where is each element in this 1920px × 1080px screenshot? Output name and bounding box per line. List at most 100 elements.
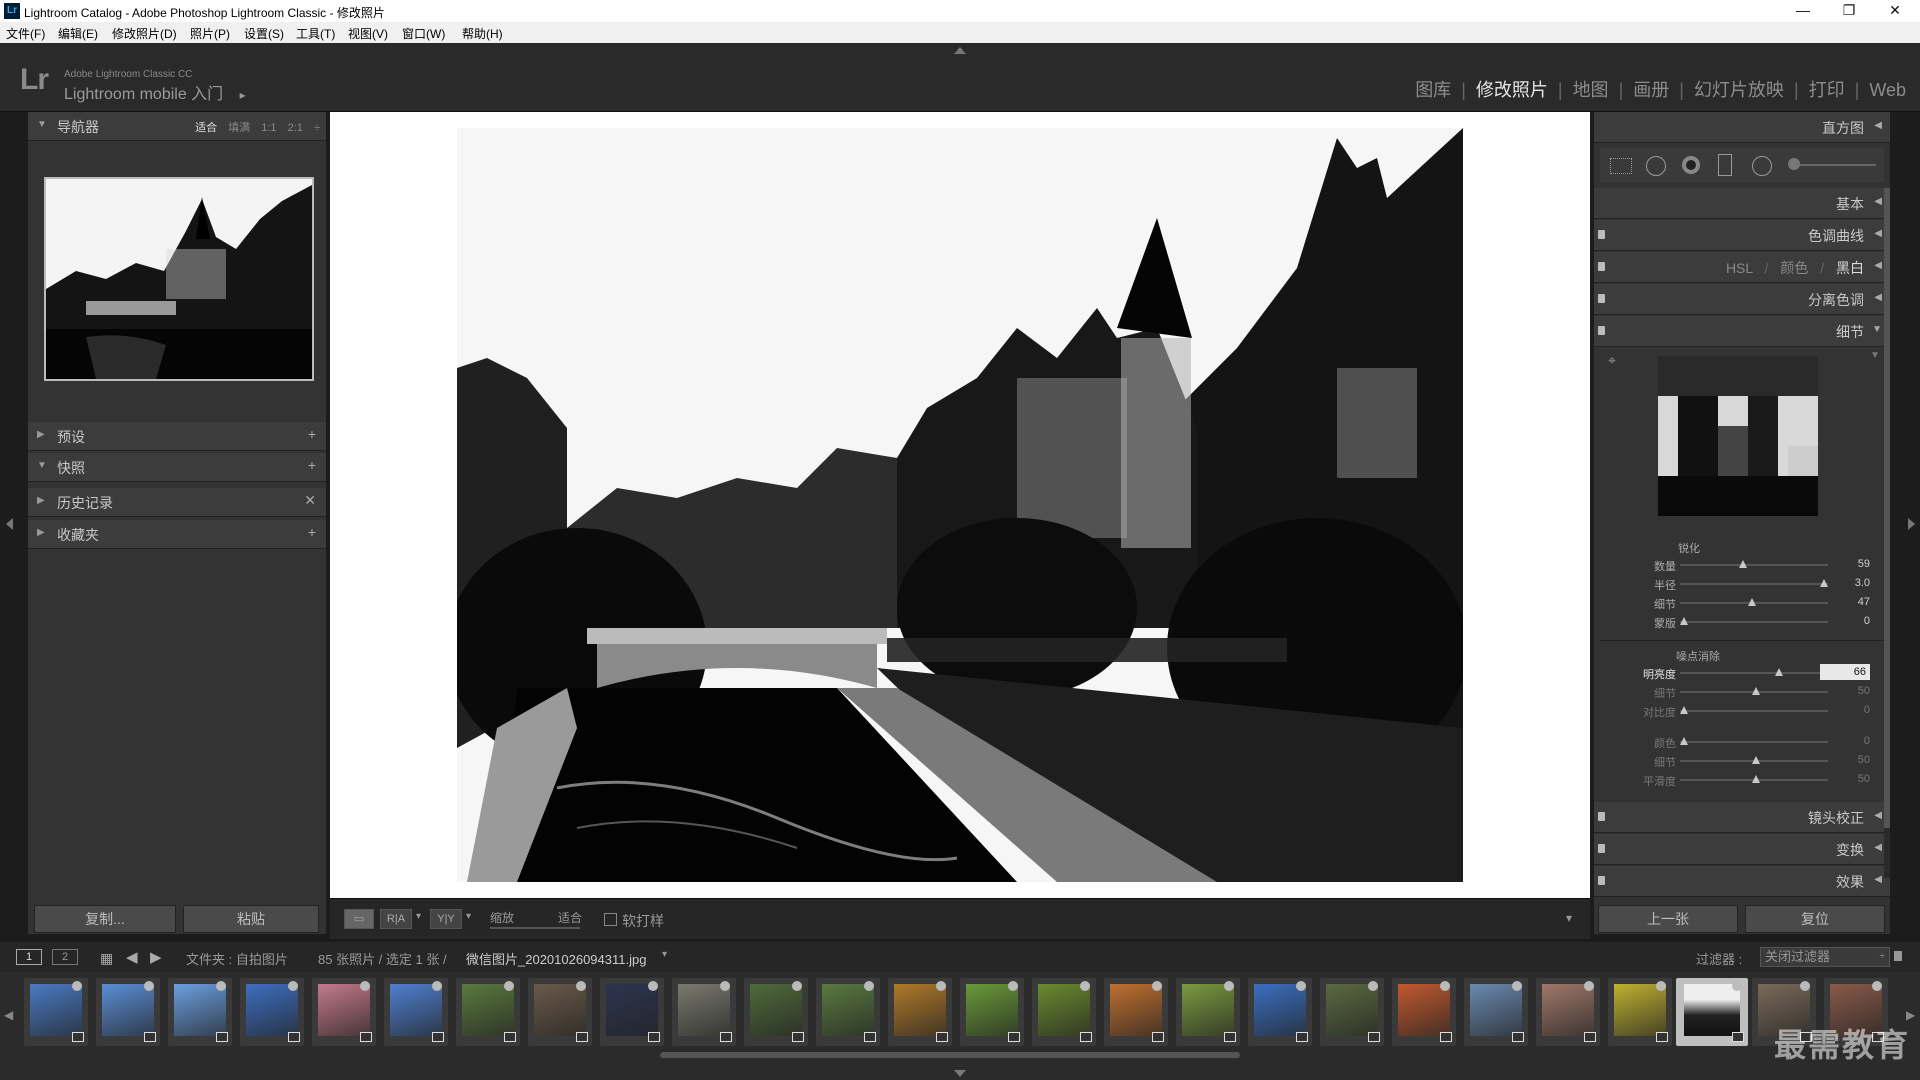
quick-collection-dot-icon[interactable] bbox=[360, 981, 370, 991]
slider-track[interactable] bbox=[1680, 710, 1828, 712]
slider-row[interactable]: 细节 50 bbox=[1594, 683, 1890, 701]
slider-value[interactable]: 59 bbox=[1824, 558, 1870, 570]
quick-collection-dot-icon[interactable] bbox=[1800, 981, 1810, 991]
slider-value[interactable]: 66 bbox=[1820, 664, 1870, 680]
slider-value[interactable]: 47 bbox=[1824, 596, 1870, 608]
before-after-dropdown-icon[interactable]: ▾ bbox=[416, 911, 421, 922]
zoom-fit[interactable]: 适合 bbox=[195, 122, 217, 134]
zoom-2-1[interactable]: 2:1 bbox=[288, 122, 303, 134]
slider-value[interactable]: 0 bbox=[1824, 704, 1870, 716]
filmstrip-thumbnail[interactable] bbox=[168, 978, 232, 1046]
tab-hsl[interactable]: HSL bbox=[1726, 260, 1753, 276]
tone-curve-header[interactable]: 色调曲线 ◀ bbox=[1594, 220, 1890, 251]
quick-collection-dot-icon[interactable] bbox=[936, 981, 946, 991]
navigator-header[interactable]: ▼ 导航器 适合 填满 1:1 2:1 ÷ bbox=[28, 112, 326, 141]
menu-photo[interactable]: 照片(P) bbox=[190, 25, 230, 42]
spot-removal-icon[interactable] bbox=[1646, 156, 1666, 176]
slider-knob[interactable] bbox=[1752, 775, 1760, 783]
collections-panel-header[interactable]: ▶ 收藏夹 + bbox=[28, 520, 326, 549]
detail-preview[interactable] bbox=[1658, 356, 1818, 516]
histogram-header[interactable]: 直方图 ◀ bbox=[1594, 112, 1890, 143]
filmstrip-thumbnail[interactable] bbox=[240, 978, 304, 1046]
panel-switch-icon[interactable] bbox=[1598, 876, 1605, 885]
back-arrow-icon[interactable]: ◀ bbox=[126, 948, 138, 966]
quick-collection-dot-icon[interactable] bbox=[72, 981, 82, 991]
quick-collection-dot-icon[interactable] bbox=[1732, 981, 1742, 991]
slider-knob[interactable] bbox=[1752, 756, 1760, 764]
panel-switch-icon[interactable] bbox=[1598, 294, 1605, 303]
quick-collection-dot-icon[interactable] bbox=[648, 981, 658, 991]
quick-collection-dot-icon[interactable] bbox=[1440, 981, 1450, 991]
menu-file[interactable]: 文件(F) bbox=[6, 25, 45, 42]
detail-preview-menu-icon[interactable]: ▼ bbox=[1870, 350, 1880, 361]
slider-value[interactable]: 50 bbox=[1824, 685, 1870, 697]
zoom-fill[interactable]: 填满 bbox=[228, 122, 250, 134]
lightroom-mobile-link[interactable]: Lightroom mobile 入门 ▸ bbox=[64, 80, 246, 104]
filmstrip-thumbnail[interactable] bbox=[1676, 978, 1748, 1046]
slider-row[interactable]: 半径 3.0 bbox=[1594, 575, 1890, 593]
detail-header[interactable]: 细节 ▼ bbox=[1594, 316, 1890, 347]
slider-row[interactable]: 明亮度 66 bbox=[1594, 664, 1890, 682]
add-preset-icon[interactable]: + bbox=[308, 426, 316, 442]
quick-collection-dot-icon[interactable] bbox=[1584, 981, 1594, 991]
slider-row[interactable]: 颜色 0 bbox=[1594, 733, 1890, 751]
zoom-slider[interactable] bbox=[490, 927, 580, 929]
loupe-view-button[interactable]: ▭ bbox=[344, 909, 374, 929]
quick-collection-dot-icon[interactable] bbox=[1152, 981, 1162, 991]
snapshots-panel-header[interactable]: ▼ 快照 + bbox=[28, 453, 326, 482]
split-toning-header[interactable]: 分离色调 ◀ bbox=[1594, 284, 1890, 315]
slider-row[interactable]: 对比度 0 bbox=[1594, 702, 1890, 720]
slider-knob[interactable] bbox=[1680, 737, 1688, 745]
red-eye-icon[interactable] bbox=[1682, 156, 1700, 174]
hsl-header[interactable]: HSL / 颜色 / 黑白 ◀ bbox=[1594, 252, 1890, 283]
filmstrip-thumbnail[interactable] bbox=[888, 978, 952, 1046]
navigator-preview[interactable] bbox=[44, 177, 314, 381]
module-slideshow[interactable]: 幻灯片放映 bbox=[1694, 80, 1784, 100]
panel-switch-icon[interactable] bbox=[1598, 262, 1605, 271]
zoom-dropdown-icon[interactable]: ÷ bbox=[314, 122, 320, 134]
quick-collection-dot-icon[interactable] bbox=[864, 981, 874, 991]
slider-knob[interactable] bbox=[1680, 706, 1688, 714]
slider-knob[interactable] bbox=[1752, 687, 1760, 695]
quick-collection-dot-icon[interactable] bbox=[432, 981, 442, 991]
maximize-button[interactable]: ❐ bbox=[1826, 0, 1872, 22]
transform-header[interactable]: 变换 ◀ bbox=[1594, 834, 1890, 865]
clear-history-icon[interactable]: ✕ bbox=[304, 492, 316, 509]
module-map[interactable]: 地图 bbox=[1573, 80, 1609, 100]
quick-collection-dot-icon[interactable] bbox=[288, 981, 298, 991]
filmstrip-thumbnail[interactable] bbox=[1248, 978, 1312, 1046]
slider-knob[interactable] bbox=[1680, 617, 1688, 625]
filmstrip-thumbnail[interactable] bbox=[1536, 978, 1600, 1046]
filmstrip-thumbnail[interactable] bbox=[24, 978, 88, 1046]
filmstrip-scroll-left-icon[interactable]: ◀ bbox=[4, 1008, 13, 1022]
menu-tools[interactable]: 工具(T) bbox=[296, 25, 335, 42]
top-panel-toggle-icon[interactable] bbox=[954, 47, 966, 54]
current-filename[interactable]: 微信图片_20201026094311.jpg bbox=[466, 949, 646, 968]
module-book[interactable]: 画册 bbox=[1633, 80, 1669, 100]
zoom-1-1[interactable]: 1:1 bbox=[261, 122, 276, 134]
radial-filter-icon[interactable] bbox=[1752, 156, 1772, 176]
presets-panel-header[interactable]: ▶ 预设 + bbox=[28, 422, 326, 451]
filmstrip-thumbnail[interactable] bbox=[1608, 978, 1672, 1046]
slider-knob[interactable] bbox=[1747, 598, 1756, 606]
filename-dropdown-icon[interactable]: ▾ bbox=[662, 949, 667, 960]
module-library[interactable]: 图库 bbox=[1415, 80, 1451, 100]
bottom-panel-toggle-icon[interactable] bbox=[954, 1070, 966, 1077]
slider-track[interactable] bbox=[1680, 583, 1828, 585]
filmstrip-thumbnail[interactable] bbox=[1464, 978, 1528, 1046]
filter-dropdown[interactable]: 关闭过滤器 ÷ bbox=[1760, 947, 1890, 967]
slider-value[interactable]: 50 bbox=[1824, 773, 1870, 785]
filmstrip-thumbnail[interactable] bbox=[1176, 978, 1240, 1046]
before-after-button[interactable]: R|A bbox=[380, 909, 412, 929]
menu-view[interactable]: 视图(V) bbox=[348, 25, 388, 42]
filmstrip-thumbnail[interactable] bbox=[672, 978, 736, 1046]
quick-collection-dot-icon[interactable] bbox=[1512, 981, 1522, 991]
filmstrip-thumbnail[interactable] bbox=[1392, 978, 1456, 1046]
quick-collection-dot-icon[interactable] bbox=[1080, 981, 1090, 991]
menu-help[interactable]: 帮助(H) bbox=[462, 25, 503, 42]
primary-window-button[interactable]: 1 bbox=[16, 949, 42, 965]
quick-collection-dot-icon[interactable] bbox=[792, 981, 802, 991]
menu-edit[interactable]: 编辑(E) bbox=[58, 25, 98, 42]
adjustment-brush-icon[interactable] bbox=[1788, 158, 1800, 170]
survey-dropdown-icon[interactable]: ▾ bbox=[466, 911, 471, 922]
